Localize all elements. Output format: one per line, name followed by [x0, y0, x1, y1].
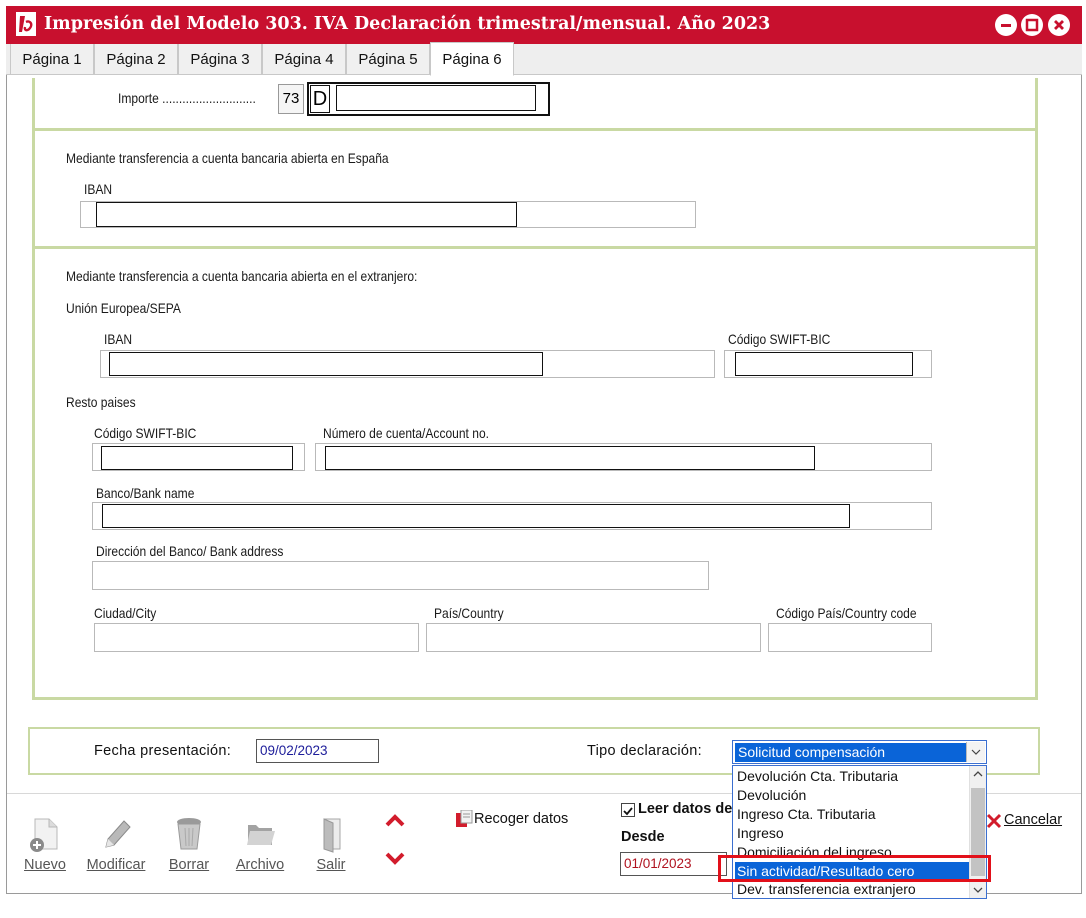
tab-pagina-4[interactable]: Página 4 [262, 44, 346, 75]
city-label: Ciudad/City [94, 605, 157, 621]
tab-label: Página 4 [274, 50, 334, 68]
trash-icon [177, 818, 201, 850]
fecha-input[interactable]: 09/02/2023 [256, 739, 379, 763]
city-input[interactable] [94, 623, 419, 652]
salir-button[interactable]: Salir [308, 815, 354, 873]
tab-pagina-2[interactable]: Página 2 [94, 44, 178, 75]
account-label: Número de cuenta/Account no. [323, 425, 489, 441]
country-code-label: Código País/Country code [776, 605, 917, 621]
chevron-up-icon[interactable] [384, 812, 406, 828]
folder-icon [247, 825, 275, 845]
tab-label: Página 3 [190, 50, 250, 68]
recoger-datos-button[interactable]: Recoger datos [474, 811, 568, 827]
tipo-option[interactable]: Devolución [735, 786, 969, 805]
country-label: País/Country [434, 605, 504, 621]
nuevo-button[interactable]: Nuevo [20, 815, 70, 873]
account-input[interactable] [325, 446, 815, 470]
tipo-selected-value: Solicitud compensación [735, 743, 967, 762]
importe-letter: D [310, 85, 330, 113]
minimize-icon[interactable] [995, 14, 1017, 36]
tipo-option[interactable]: Ingreso Cta. Tributaria [735, 805, 969, 824]
desde-label: Desde [621, 829, 665, 845]
tipo-option[interactable]: Ingreso [735, 824, 969, 843]
modificar-label: Modificar [86, 857, 146, 873]
app-logo-icon [16, 12, 36, 36]
salir-label: Salir [316, 857, 346, 873]
espana-iban-label: IBAN [84, 181, 113, 197]
country-code-input[interactable] [768, 623, 932, 652]
ue-swift-input[interactable] [735, 352, 913, 376]
espana-heading: Mediante transferencia a cuenta bancaria… [66, 150, 389, 166]
espana-iban-input[interactable] [96, 202, 517, 227]
archivo-button[interactable]: Archivo [232, 815, 288, 873]
tab-pagina-6[interactable]: Página 6 [430, 42, 514, 76]
ue-iban-input[interactable] [109, 352, 543, 376]
ue-heading: Unión Europea/SEPA [66, 300, 181, 316]
resto-heading: Resto paises [66, 394, 136, 410]
nuevo-label: Nuevo [24, 857, 66, 873]
close-icon[interactable] [1048, 14, 1070, 36]
chevron-down-icon[interactable] [966, 742, 985, 762]
leer-datos-label: Leer datos de [638, 801, 733, 817]
bank-name-input[interactable] [102, 504, 850, 528]
bank-address-input[interactable] [92, 561, 709, 590]
scroll-up-icon[interactable] [973, 770, 983, 778]
resto-swift-input[interactable] [101, 446, 293, 470]
tab-pagina-3[interactable]: Página 3 [178, 44, 262, 75]
cancelar-button[interactable]: Cancelar [1004, 812, 1062, 828]
cancel-x-icon [985, 812, 1003, 830]
pencil-icon [105, 820, 131, 848]
country-input[interactable] [426, 623, 761, 652]
desde-input[interactable]: 01/01/2023 [620, 852, 727, 876]
tipo-select[interactable]: Solicitud compensación [732, 740, 987, 764]
scroll-down-icon[interactable] [973, 886, 983, 894]
cancelar-label: Cancelar [1004, 812, 1063, 828]
exit-door-icon [323, 818, 341, 853]
importe-box-number: 73 [278, 84, 304, 114]
ue-iban-label: IBAN [104, 331, 133, 347]
borrar-button[interactable]: Borrar [164, 815, 214, 873]
fecha-label: Fecha presentación: [94, 743, 232, 759]
tipo-label: Tipo declaración: [587, 743, 702, 759]
extranjero-heading: Mediante transferencia a cuenta bancaria… [66, 268, 418, 284]
section-divider [32, 246, 1038, 249]
archivo-label: Archivo [235, 857, 285, 873]
tipo-option[interactable]: Dev. transferencia extranjero [735, 881, 969, 898]
chevron-down-icon[interactable] [384, 851, 406, 867]
tab-label: Página 2 [106, 50, 166, 68]
collect-data-icon [455, 809, 473, 828]
tab-label: Página 1 [22, 50, 82, 68]
tab-label: Página 5 [358, 50, 418, 68]
modificar-button[interactable]: Modificar [86, 815, 146, 873]
recoger-label: Recoger datos [474, 811, 569, 827]
importe-input[interactable] [336, 85, 536, 111]
bank-address-label: Dirección del Banco/ Bank address [96, 543, 284, 559]
tipo-option[interactable]: Devolución Cta. Tributaria [735, 767, 969, 786]
resto-swift-label: Código SWIFT-BIC [94, 425, 197, 441]
tab-pagina-5[interactable]: Página 5 [346, 44, 430, 75]
tab-pagina-1[interactable]: Página 1 [10, 44, 94, 75]
window-title: Impresión del Modelo 303. IVA Declaració… [44, 14, 771, 34]
new-document-icon [30, 818, 58, 852]
bank-name-label: Banco/Bank name [96, 485, 195, 501]
ue-swift-label: Código SWIFT-BIC [728, 331, 831, 347]
borrar-label: Borrar [168, 857, 210, 873]
leer-datos-checkbox[interactable] [621, 803, 635, 817]
section-divider [32, 128, 1038, 131]
highlight-annotation-box [718, 855, 991, 882]
maximize-icon[interactable] [1021, 14, 1043, 36]
tab-label: Página 6 [442, 50, 502, 68]
importe-label: Importe ............................ [118, 90, 256, 106]
